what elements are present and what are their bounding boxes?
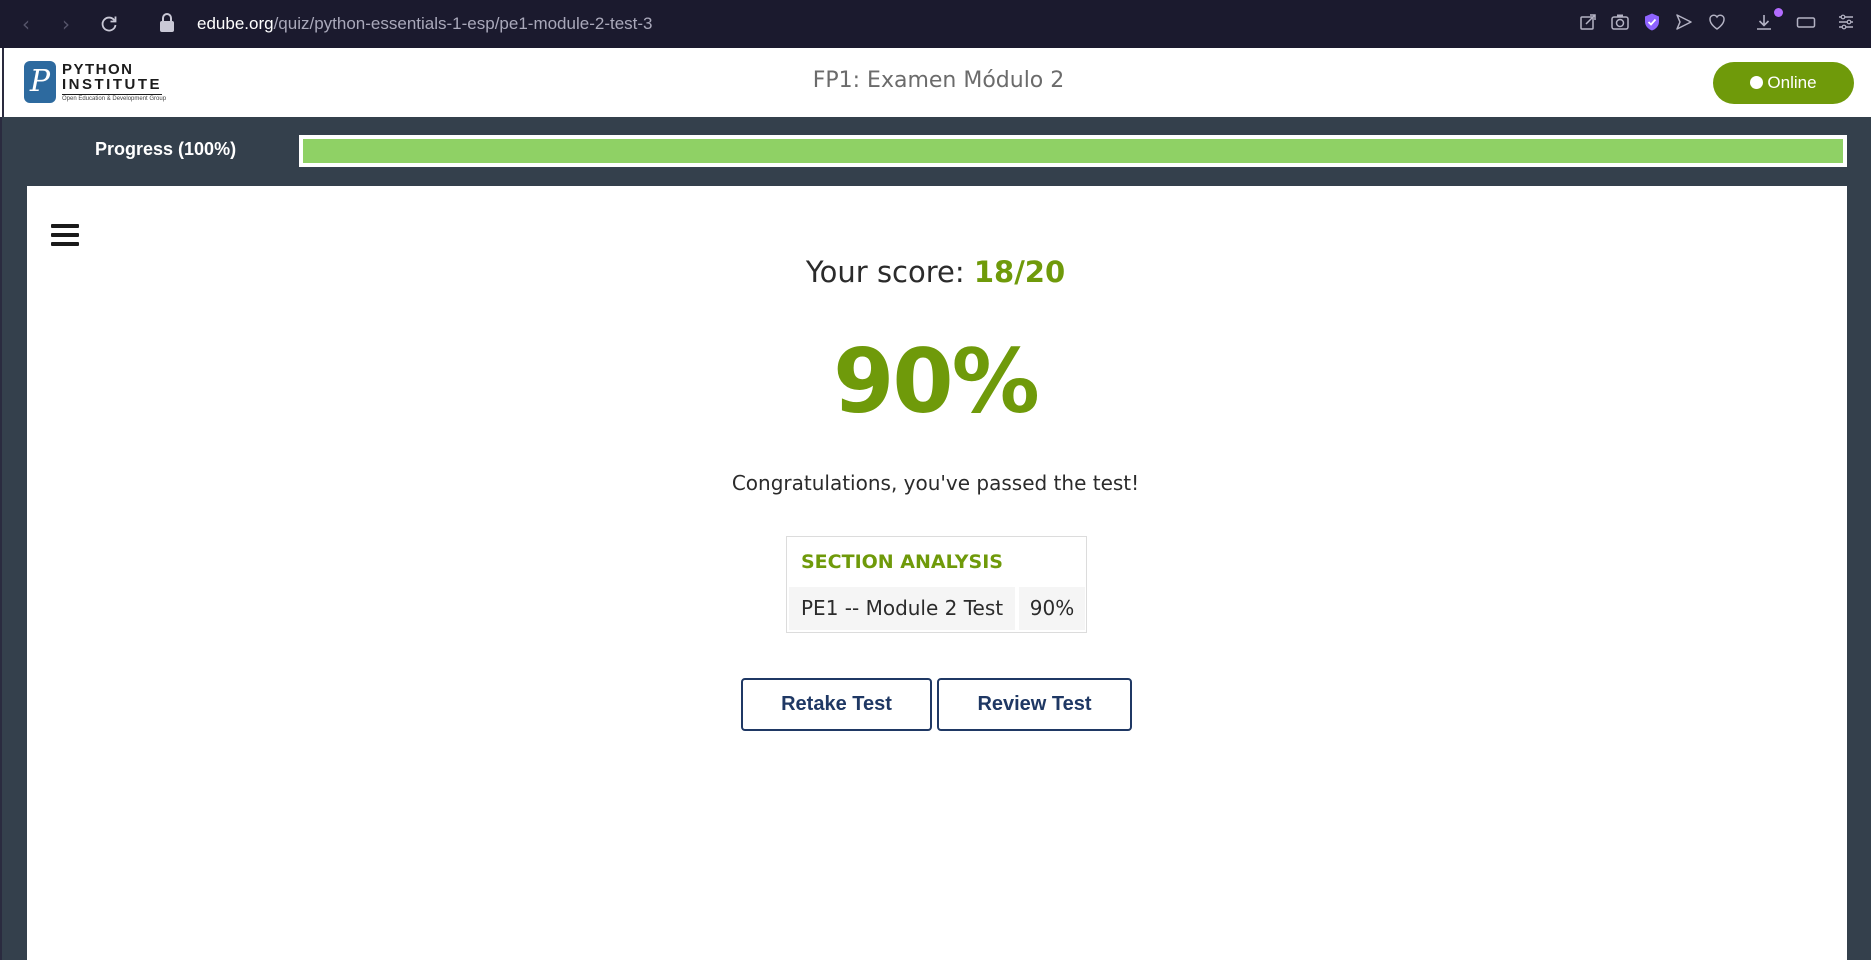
camera-icon[interactable] — [1609, 12, 1631, 34]
shield-icon[interactable] — [1641, 12, 1663, 34]
section-analysis-heading: SECTION ANALYSIS — [801, 551, 1003, 573]
download-badge — [1774, 8, 1783, 17]
score-value: 18/20 — [973, 255, 1066, 289]
browser-toolbar: ‹ › edube.org/quiz/python-essentials-1-e… — [0, 0, 1871, 48]
url-path: /quiz/python-essentials-1-esp/pe1-module… — [273, 14, 653, 33]
section-score-cell: 90% — [1019, 587, 1085, 630]
retake-test-button[interactable]: Retake Test — [741, 678, 932, 731]
online-status-button[interactable]: Online — [1713, 62, 1854, 104]
hamburger-menu-icon[interactable] — [51, 224, 79, 248]
forward-icon[interactable]: › — [54, 12, 78, 36]
heart-icon[interactable] — [1706, 12, 1728, 34]
progress-label: Progress (100%) — [95, 139, 237, 159]
progress-fill — [303, 139, 1843, 163]
score-line: Your score: 18/20 — [0, 253, 1871, 291]
online-dot-icon — [1750, 76, 1764, 89]
section-analysis-table: SECTION ANALYSIS PE1 -- Module 2 Test 90… — [786, 536, 1087, 633]
progress-bar — [299, 135, 1847, 167]
score-percent: 90% — [833, 330, 1040, 433]
section-name-cell: PE1 -- Module 2 Test — [789, 587, 1015, 630]
site-header: P PYTHON INSTITUTE Open Education & Deve… — [2, 48, 1871, 117]
review-test-button[interactable]: Review Test — [937, 678, 1132, 731]
battery-icon[interactable] — [1795, 12, 1817, 34]
send-icon[interactable] — [1673, 12, 1695, 34]
page-title: FP1: Examen Módulo 2 — [812, 68, 1065, 93]
settings-icon[interactable] — [1835, 12, 1857, 34]
share-icon[interactable] — [1577, 12, 1599, 34]
back-icon[interactable]: ‹ — [14, 12, 38, 36]
online-status-label: Online — [1767, 73, 1817, 92]
address-bar[interactable]: edube.org/quiz/python-essentials-1-esp/p… — [197, 12, 653, 36]
logo-tagline: Open Education & Development Group — [62, 96, 167, 102]
reload-icon[interactable] — [97, 12, 121, 36]
lock-icon — [159, 13, 175, 33]
score-prefix: Your score: — [805, 255, 974, 289]
url-domain: edube.org — [197, 14, 274, 33]
download-icon[interactable] — [1753, 12, 1775, 34]
result-message: Congratulations, you've passed the test! — [731, 471, 1140, 495]
